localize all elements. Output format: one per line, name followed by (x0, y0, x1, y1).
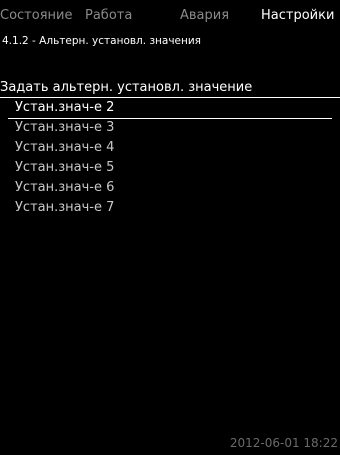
breadcrumb: 4.1.2 - Альтерн. установл. значения (2, 35, 201, 47)
setpoint-list: Устан.знач-е 2 Устан.знач-е 3 Устан.знач… (0, 98, 340, 218)
timestamp: 2012-06-01 18:22 (229, 436, 338, 450)
list-item-setpoint-6[interactable]: Устан.знач-е 6 (0, 178, 340, 198)
tab-operation[interactable]: Работа (85, 8, 132, 23)
section-title: Задать альтерн. установл. значение (0, 80, 253, 95)
list-item-setpoint-4[interactable]: Устан.знач-е 4 (0, 138, 340, 158)
tab-status[interactable]: Состояние (0, 8, 72, 23)
tab-alarm[interactable]: Авария (180, 8, 229, 23)
list-item-setpoint-2[interactable]: Устан.знач-е 2 (0, 98, 340, 119)
list-item-setpoint-3[interactable]: Устан.знач-е 3 (0, 118, 340, 138)
list-item-setpoint-7[interactable]: Устан.знач-е 7 (0, 198, 340, 218)
list-item-setpoint-5[interactable]: Устан.знач-е 5 (0, 158, 340, 178)
tab-bar: Состояние Работа Авария Настройки (0, 0, 340, 30)
tab-settings[interactable]: Настройки (261, 8, 334, 23)
